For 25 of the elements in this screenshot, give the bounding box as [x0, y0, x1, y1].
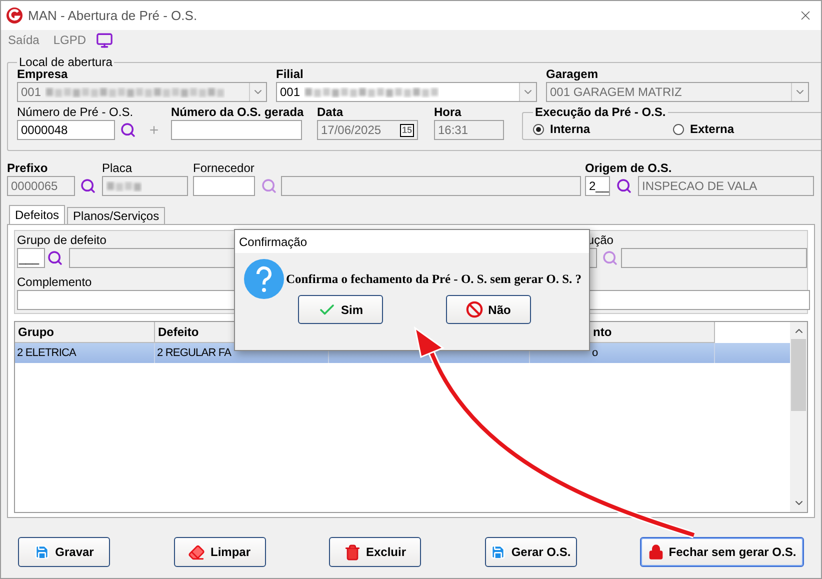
field-label: Filial — [276, 67, 304, 82]
field-label: Fornecedor — [193, 161, 254, 176]
group-title: Execução da Pré - O.S. — [534, 105, 667, 119]
field-label: Placa — [102, 161, 132, 176]
field-label: Prefixo — [7, 161, 48, 176]
field-label: Número da O.S. gerada — [171, 105, 304, 120]
field-label: Origem de O.S. — [585, 161, 672, 176]
field-label: Número de Pré - O.S. — [17, 105, 134, 120]
field-label: Grupo de defeito — [17, 233, 106, 248]
dropdown-value: 001 — [21, 85, 42, 99]
input-field: INSPECAO DE VALA — [638, 176, 814, 196]
window-title: MAN - Abertura de Pré - O.S. — [28, 8, 198, 23]
field-label: Complemento — [17, 275, 92, 290]
dropdown-value: 001 GARAGEM MATRIZ — [550, 85, 682, 99]
radio-label: Externa — [690, 122, 734, 136]
group-title: Local de abertura — [18, 55, 114, 69]
field-label: Empresa — [17, 67, 68, 82]
table-cell: 2 ELETRICA — [15, 343, 155, 363]
field-label: Data — [317, 105, 344, 120]
field-label: Garagem — [546, 67, 598, 82]
dialog-message: Confirma o fechamento da Pré - O. S. sem gerar O. S. ? — [286, 272, 582, 286]
dialog-title: Confirmação — [235, 230, 589, 253]
radio-label: Interna — [550, 122, 590, 136]
field-label: Hora — [434, 105, 462, 120]
dropdown-value: 001 — [280, 85, 300, 99]
